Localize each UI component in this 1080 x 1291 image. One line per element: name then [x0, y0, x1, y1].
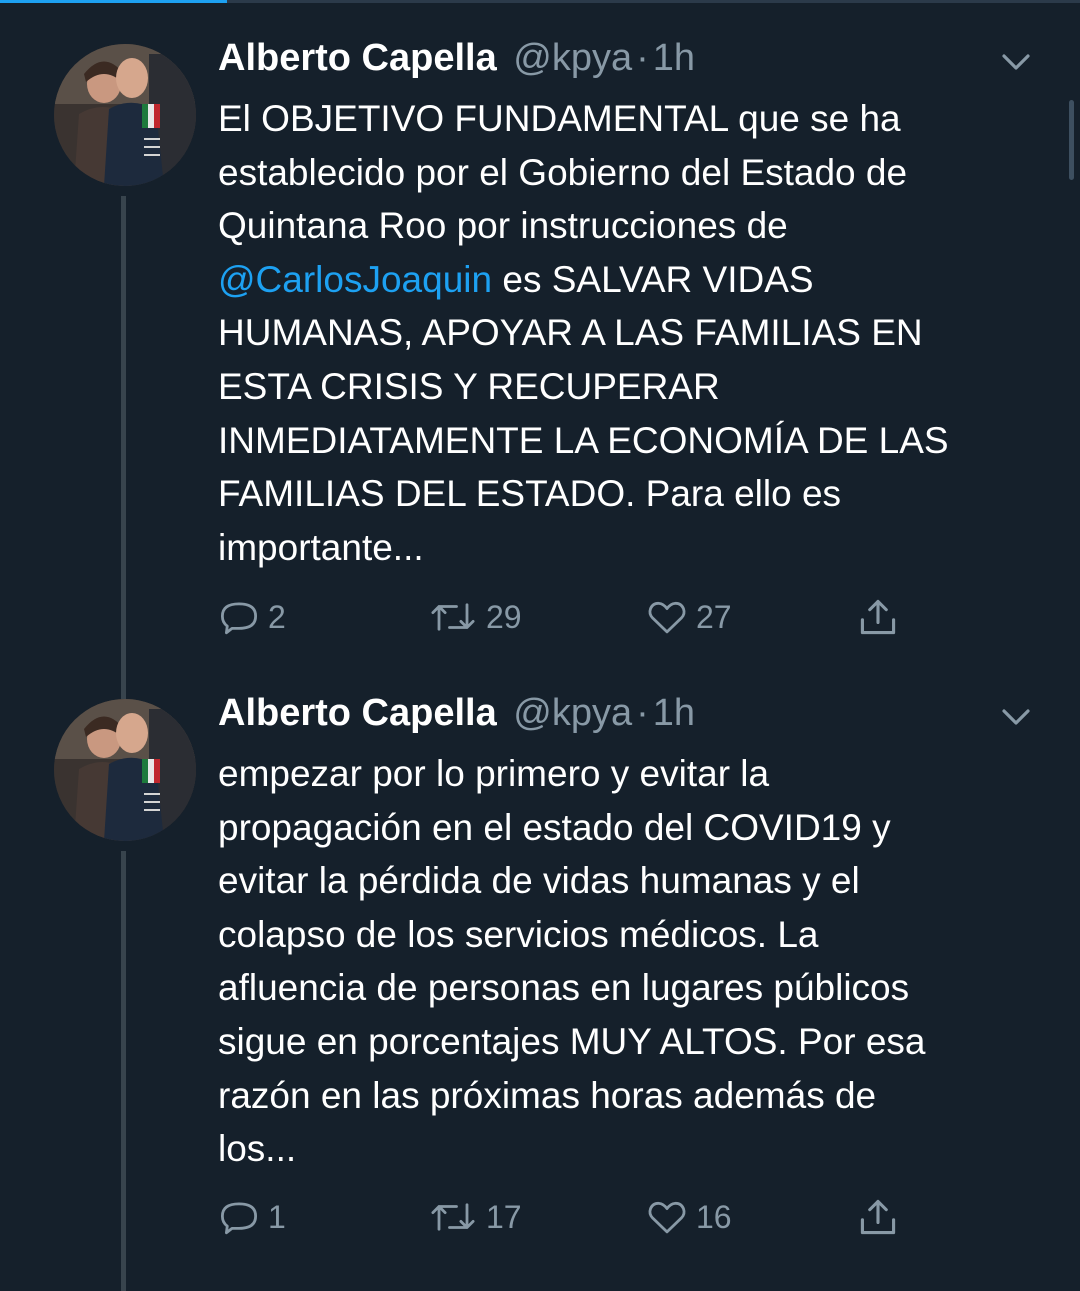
avatar[interactable]: [54, 44, 196, 186]
author-handle[interactable]: @kpya: [513, 692, 632, 734]
thread-line: [121, 196, 126, 726]
mention-link[interactable]: @CarlosJoaquin: [218, 259, 492, 300]
like-count: 27: [696, 598, 732, 635]
share-button[interactable]: [856, 593, 900, 641]
like-icon: [648, 601, 686, 634]
reply-button[interactable]: 1: [218, 1193, 286, 1241]
reply-icon: [220, 602, 258, 635]
tweet-actions: 2 29 27: [218, 593, 1018, 641]
chevron-down-icon[interactable]: [998, 703, 1034, 731]
share-icon: [860, 1199, 896, 1235]
profile-photo: [54, 699, 196, 841]
tweet[interactable]: Alberto Capella @kpya · 1h empezar por lo …: [0, 692, 1080, 1291]
retweet-count: 17: [486, 1198, 522, 1235]
author-name[interactable]: Alberto Capella: [218, 37, 497, 79]
share-icon: [860, 599, 896, 635]
chevron-down-icon[interactable]: [998, 48, 1034, 76]
retweet-button[interactable]: 29: [428, 593, 522, 641]
tweet-actions: 1 17 16: [218, 1193, 1018, 1241]
top-progress-fill: [0, 0, 227, 3]
like-button[interactable]: 27: [646, 593, 732, 641]
top-progress-bar: [0, 0, 1080, 3]
thread-line: [121, 851, 126, 1291]
tweet-header: Alberto Capella @kpya · 1h: [218, 691, 695, 735]
author-handle[interactable]: @kpya: [513, 37, 632, 79]
reply-count: 1: [268, 1198, 286, 1235]
tweet-text: empezar por lo primero y evitar la propa…: [218, 747, 1048, 1176]
separator: ·: [636, 692, 649, 734]
like-button[interactable]: 16: [646, 1193, 732, 1241]
share-button[interactable]: [856, 1193, 900, 1241]
reply-button[interactable]: 2: [218, 593, 286, 641]
timestamp[interactable]: 1h: [653, 37, 695, 79]
tweet[interactable]: Alberto Capella @kpya · 1h El OBJETIVO FUN…: [0, 37, 1080, 726]
avatar[interactable]: [54, 699, 196, 841]
retweet-count: 29: [486, 598, 522, 635]
reply-count: 2: [268, 598, 286, 635]
tweet-text-part: empezar por lo primero y evitar la propa…: [218, 753, 926, 1170]
author-name[interactable]: Alberto Capella: [218, 692, 497, 734]
tweet-header: Alberto Capella @kpya · 1h: [218, 36, 695, 80]
timestamp[interactable]: 1h: [653, 692, 695, 734]
like-count: 16: [696, 1198, 732, 1235]
tweet-text-part: El OBJETIVO FUNDAMENTAL que se ha establ…: [218, 98, 908, 247]
retweet-button[interactable]: 17: [428, 1193, 522, 1241]
profile-photo: [54, 44, 196, 186]
reply-icon: [220, 1202, 258, 1235]
separator: ·: [636, 37, 649, 79]
retweet-icon: [431, 1203, 475, 1231]
tweet-text-part: es SALVAR VIDAS HUMANAS, APOYAR A LAS FA…: [218, 258, 949, 568]
tweet-text: El OBJETIVO FUNDAMENTAL que se ha establ…: [218, 92, 1048, 574]
retweet-icon: [431, 603, 475, 631]
like-icon: [648, 1201, 686, 1234]
